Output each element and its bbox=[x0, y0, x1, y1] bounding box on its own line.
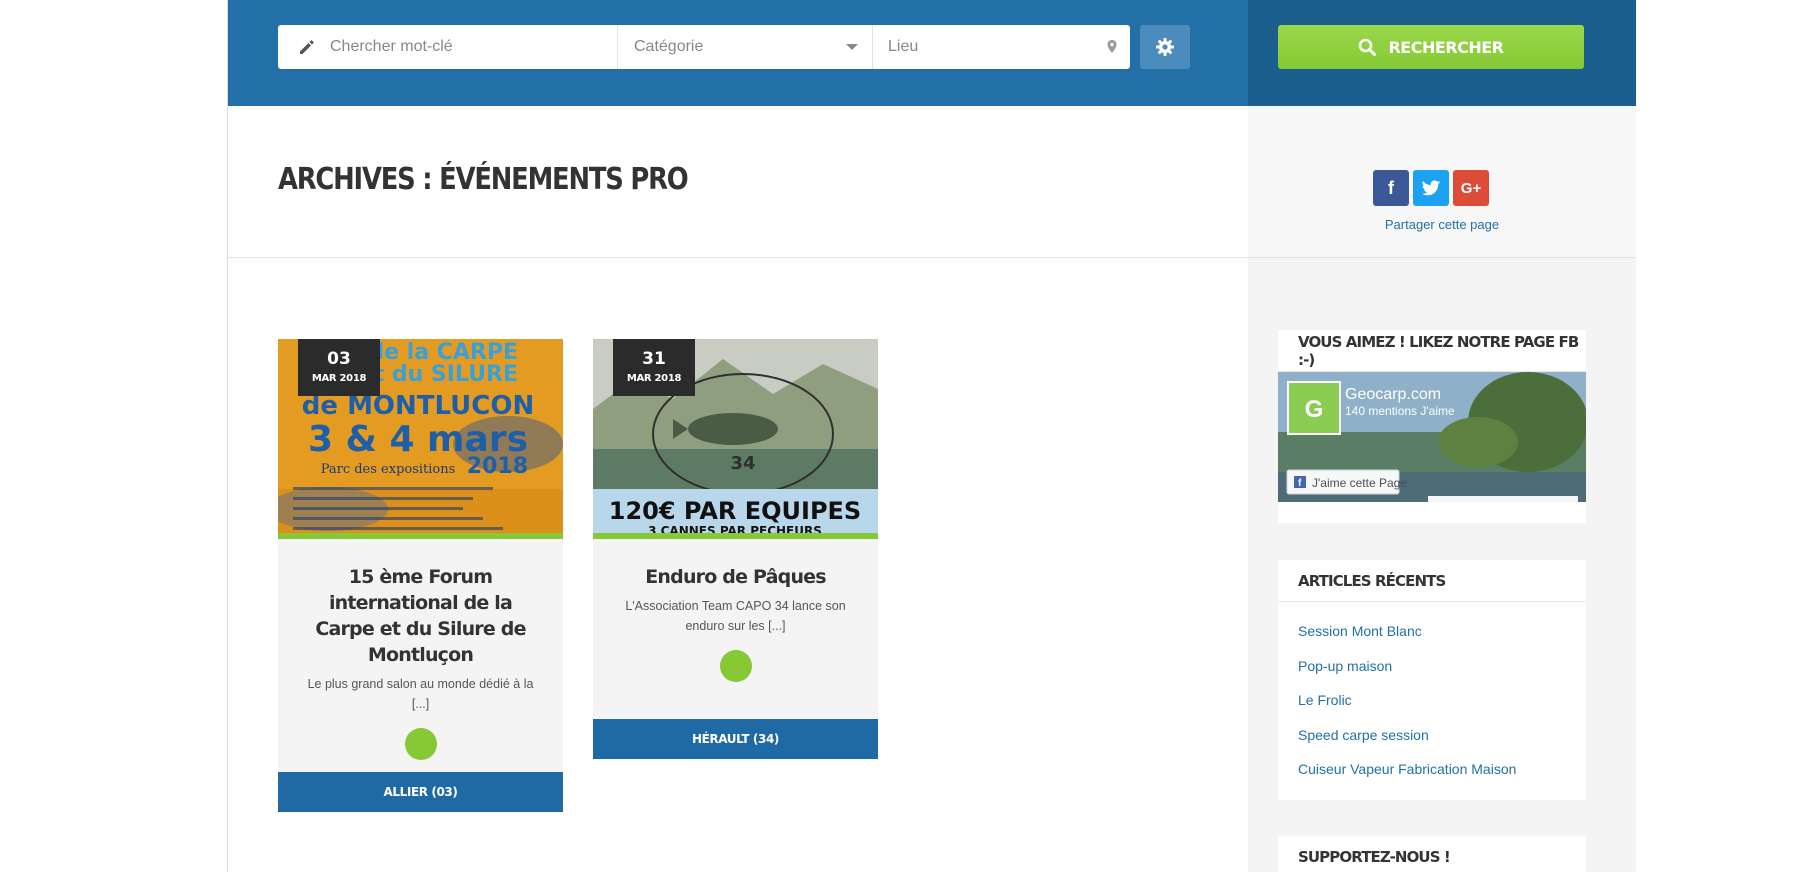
facebook-widget: VOUS AIMEZ ! LIKEZ NOTRE PAGE FB :-) G G… bbox=[1278, 330, 1586, 523]
search-button-label: RECHERCHER bbox=[1388, 37, 1504, 57]
poster-number: 34 bbox=[730, 453, 755, 474]
date-badge: 03 MAR 2018 bbox=[298, 339, 380, 396]
keyword-field[interactable]: Chercher mot-clé bbox=[278, 25, 618, 69]
date-month: MAR 2018 bbox=[626, 373, 682, 384]
twitter-share-button[interactable] bbox=[1413, 170, 1449, 206]
date-badge: 31 MAR 2018 bbox=[613, 339, 695, 396]
facebook-avatar-letter: G bbox=[1305, 396, 1324, 423]
share-icons: f G+ bbox=[1373, 170, 1489, 206]
poster-line2: et du SILURE bbox=[359, 362, 518, 387]
facebook-cover: G Geocarp.com 140 mentions J'aime f J'ai… bbox=[1278, 372, 1586, 502]
poster-banner: 120€ PAR EQUIPES bbox=[609, 497, 861, 525]
chevron-down-icon bbox=[846, 44, 858, 50]
poster-year: 2018 bbox=[467, 454, 528, 479]
gear-icon bbox=[1156, 38, 1174, 56]
date-day: 31 bbox=[642, 349, 666, 369]
location-placeholder: Lieu bbox=[888, 38, 919, 55]
recent-list: Session Mont Blanc Pop-up maison Le Frol… bbox=[1278, 602, 1586, 787]
keyword-placeholder: Chercher mot-clé bbox=[330, 38, 453, 55]
facebook-likes: 140 mentions J'aime bbox=[1345, 404, 1455, 418]
facebook-page-name: Geocarp.com bbox=[1345, 386, 1441, 403]
event-location[interactable]: ALLIER (03) bbox=[278, 772, 563, 812]
search-bar: Chercher mot-clé Catégorie Lieu bbox=[278, 25, 1130, 69]
support-widget: SUPPORTEZ-NOUS ! bbox=[1278, 836, 1586, 872]
recent-article-link[interactable]: Cuiseur Vapeur Fabrication Maison bbox=[1298, 752, 1566, 787]
facebook-share-button[interactable]: f bbox=[1373, 170, 1409, 206]
poster-venue: Parc des expositions bbox=[321, 462, 456, 477]
share-label[interactable]: Partager cette page bbox=[1248, 217, 1636, 232]
advanced-search-button[interactable] bbox=[1140, 25, 1190, 69]
recent-article-link[interactable]: Le Frolic bbox=[1298, 683, 1566, 718]
event-image[interactable]: de la CARPE et du SILURE de MONTLUCON 3 … bbox=[278, 339, 563, 539]
google-plus-icon: G+ bbox=[1460, 179, 1482, 197]
event-card[interactable]: 34 120€ PAR EQUIPES 3 CANNES PAR PECHEUR… bbox=[593, 339, 878, 759]
facebook-page-plugin[interactable]: G Geocarp.com 140 mentions J'aime f J'ai… bbox=[1278, 372, 1586, 502]
category-label: Catégorie bbox=[634, 38, 704, 55]
event-excerpt: Le plus grand salon au monde dédié à la … bbox=[307, 677, 534, 711]
event-dot-button[interactable] bbox=[404, 728, 437, 760]
event-title[interactable]: 15 ème Forum international de la Carpe e… bbox=[278, 564, 563, 668]
search-icon bbox=[1359, 38, 1377, 56]
date-day: 03 bbox=[327, 349, 351, 369]
category-select[interactable]: Catégorie bbox=[618, 25, 873, 69]
facebook-like-button: J'aime cette Page bbox=[1312, 476, 1407, 490]
pencil-icon bbox=[300, 40, 314, 54]
event-location[interactable]: HÉRAULT (34) bbox=[593, 719, 878, 759]
recent-article-link[interactable]: Session Mont Blanc bbox=[1298, 614, 1566, 649]
event-card[interactable]: de la CARPE et du SILURE de MONTLUCON 3 … bbox=[278, 339, 563, 812]
recent-article-link[interactable]: Pop-up maison bbox=[1298, 649, 1566, 684]
location-field[interactable]: Lieu bbox=[873, 25, 1130, 69]
recent-articles-widget: ARTICLES RÉCENTS Session Mont Blanc Pop-… bbox=[1278, 560, 1586, 800]
page-wrapper: Chercher mot-clé Catégorie Lieu RECHERCH… bbox=[227, 0, 1636, 872]
google-plus-share-button[interactable]: G+ bbox=[1453, 170, 1489, 206]
poster-sub: 3 CANNES PAR PECHEURS bbox=[648, 524, 822, 538]
event-dot-button[interactable] bbox=[719, 650, 752, 682]
share-section: f G+ Partager cette page bbox=[1248, 106, 1636, 258]
search-button[interactable]: RECHERCHER bbox=[1278, 25, 1584, 69]
event-excerpt: L'Association Team CAPO 34 lance son end… bbox=[625, 599, 846, 633]
widget-title: VOUS AIMEZ ! LIKEZ NOTRE PAGE FB :-) bbox=[1278, 330, 1586, 372]
widget-title: SUPPORTEZ-NOUS ! bbox=[1278, 836, 1586, 872]
event-image[interactable]: 34 120€ PAR EQUIPES 3 CANNES PAR PECHEUR… bbox=[593, 339, 878, 539]
title-divider bbox=[228, 257, 1248, 258]
map-pin-icon bbox=[1107, 40, 1117, 53]
event-title[interactable]: Enduro de Pâques bbox=[593, 564, 878, 590]
date-month: MAR 2018 bbox=[311, 373, 367, 384]
widget-title: ARTICLES RÉCENTS bbox=[1278, 560, 1586, 602]
facebook-icon: f bbox=[1388, 177, 1394, 198]
page-title: ARCHIVES : ÉVÉNEMENTS PRO bbox=[278, 162, 689, 197]
twitter-icon bbox=[1421, 179, 1441, 195]
recent-article-link[interactable]: Speed carpe session bbox=[1298, 718, 1566, 753]
